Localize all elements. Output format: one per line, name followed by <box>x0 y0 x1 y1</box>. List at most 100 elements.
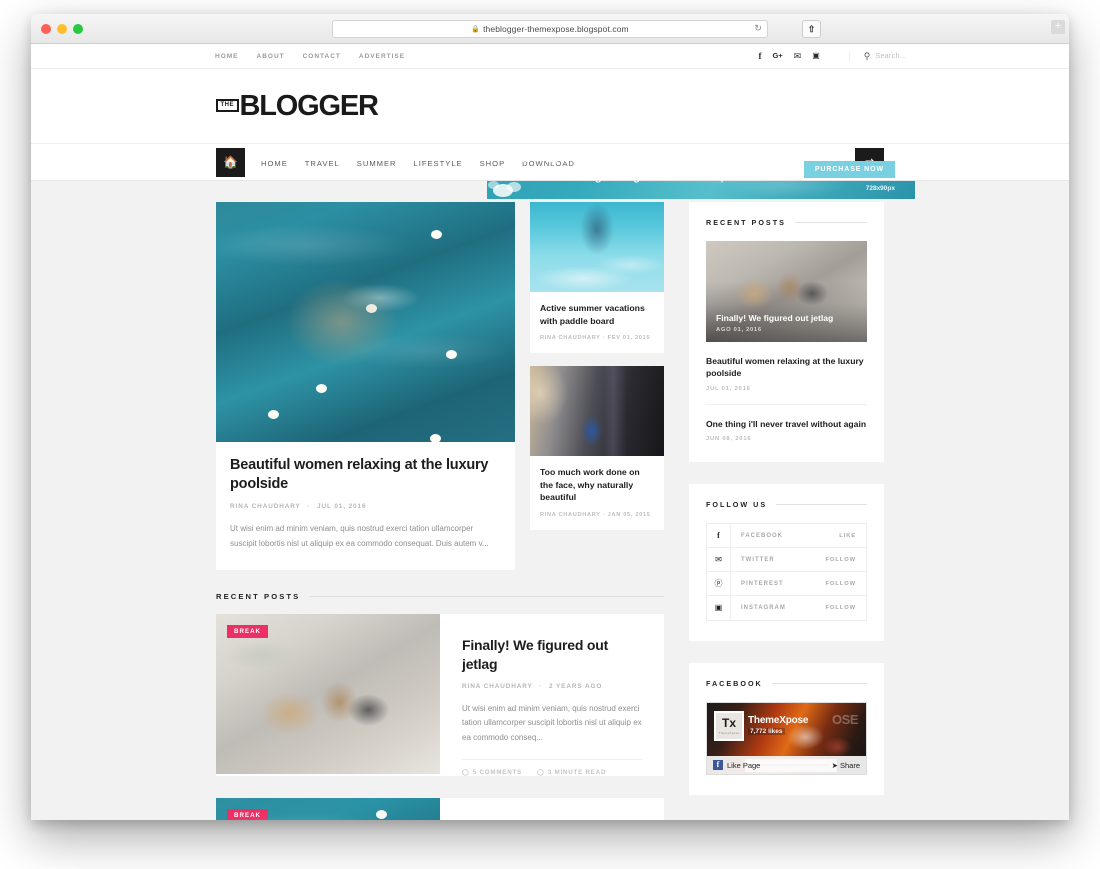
search-box[interactable]: ⚲ Search... <box>848 50 907 62</box>
google-plus-icon[interactable]: G+ <box>772 52 782 60</box>
featured-post-image <box>216 202 515 442</box>
widget-post-title[interactable]: One thing i'll never travel without agai… <box>706 418 867 430</box>
twitter-icon[interactable]: ✉ <box>794 51 802 61</box>
widget-post-item[interactable]: One thing i'll never travel without agai… <box>706 405 867 442</box>
featured-post-title[interactable]: Beautiful women relaxing at the luxury p… <box>230 456 501 494</box>
mini-post-card[interactable]: Too much work done on the face, why natu… <box>530 366 664 531</box>
clock-icon: ◯ <box>537 769 545 777</box>
recent-post-meta: RINA CHAUDHARY · 2 YEARS AGO <box>462 683 642 690</box>
facebook-icon[interactable]: f <box>758 51 761 61</box>
widget-label: FACEBOOK <box>706 679 763 689</box>
recent-post-excerpt: Ut wisi enim ad minim veniam, quis nostr… <box>462 703 642 743</box>
meta-separator: · <box>539 682 543 690</box>
window-controls[interactable] <box>41 23 83 34</box>
nav-item-summer[interactable]: SUMMER <box>357 159 397 168</box>
flower-icon <box>366 304 377 313</box>
new-tab-button[interactable]: + <box>1051 20 1065 34</box>
facebook-page-avatar: Tx ThemeXpose <box>714 711 744 742</box>
topnav-item-contact[interactable]: CONTACT <box>303 53 341 60</box>
widget-post-date: JUL 01, 2016 <box>706 385 751 392</box>
featured-post-card[interactable]: Beautiful women relaxing at the luxury p… <box>216 202 515 570</box>
recent-post-title[interactable]: Finally! We figured out jetlag <box>462 636 642 674</box>
flower-icon <box>430 434 441 442</box>
facebook-share-button[interactable]: ➤ Share <box>832 761 860 770</box>
mini-post-date: FEV 01, 2015 <box>607 335 651 342</box>
divider <box>776 504 867 506</box>
recent-post-body: Beautiful women relaxing at the luxury p… <box>440 798 664 820</box>
instagram-icon[interactable]: ▣ <box>812 52 820 60</box>
widget-post-item[interactable]: Beautiful women relaxing at the luxury p… <box>706 342 867 405</box>
flower-icon <box>376 810 387 820</box>
minimize-window-button[interactable] <box>57 23 67 34</box>
search-input[interactable]: Search... <box>875 53 907 60</box>
maximize-window-button[interactable] <box>73 23 83 34</box>
widget-hero-post[interactable]: Finally! We figured out jetlag AGO 01, 2… <box>706 241 867 342</box>
instagram-icon: ▣ <box>707 596 731 621</box>
read-time-label: 3 MINUTE READ <box>547 769 607 777</box>
ad-size-label: 728x90px <box>865 185 895 192</box>
flower-icon <box>431 230 442 239</box>
facebook-action-bar: f Like Page ➤ Share <box>707 756 866 775</box>
read-time: ◯ 3 MINUTE READ <box>537 769 606 776</box>
facebook-like-page-button[interactable]: f Like Page <box>713 760 760 771</box>
facebook-icon: f <box>713 760 723 771</box>
flower-decoration-icon <box>507 182 521 192</box>
search-icon: ⚲ <box>863 50 871 61</box>
meta-separator: · <box>602 512 606 519</box>
sidebar: RECENT POSTS Finally! We figured out jet… <box>689 202 884 820</box>
topnav-item-home[interactable]: HOME <box>215 53 239 60</box>
share-label: Share <box>839 760 860 770</box>
facebook-page-plugin[interactable]: OSE Tx ThemeXpose ThemeXpose 7,772 likes <box>706 702 867 776</box>
widget-post-title[interactable]: Beautiful women relaxing at the luxury p… <box>706 355 867 380</box>
url-text: theblogger-themexpose.blogspot.com <box>483 23 629 34</box>
category-badge[interactable]: BREAK <box>227 809 269 820</box>
comments-count: ◯ 5 COMMENTS <box>462 769 522 776</box>
mini-post-title[interactable]: Too much work done on the face, why natu… <box>540 466 654 504</box>
featured-post-meta: RINA CHAUDHARY · JUL 01, 2016 <box>230 503 501 510</box>
mini-post-title[interactable]: Active summer vacations with paddle boar… <box>540 302 654 327</box>
follow-action-label[interactable]: LIKE <box>839 533 866 539</box>
nav-item-lifestyle[interactable]: LIFESTYLE <box>414 159 463 168</box>
nav-item-travel[interactable]: TRAVEL <box>305 159 340 168</box>
mini-post-card[interactable]: Active summer vacations with paddle boar… <box>530 202 664 354</box>
widget-post-date: JUN 08, 2016 <box>706 436 752 443</box>
purchase-now-button[interactable]: PURCHASE NOW <box>803 161 895 178</box>
site-topbar: HOME ABOUT CONTACT ADVERTISE f G+ ✉ ▣ ⚲ … <box>31 44 1069 69</box>
nav-item-shop[interactable]: SHOP <box>480 159 506 168</box>
facebook-ghost-text: OSE <box>832 712 858 728</box>
flower-icon <box>316 384 327 393</box>
logo-the-box: THE <box>216 98 239 112</box>
follow-row-pinterest[interactable]: ⓟ PINTEREST FOLLOW <box>707 571 866 597</box>
recent-post-row[interactable]: BREAK Beautiful women relaxing at the lu… <box>216 798 664 820</box>
recent-posts-heading: RECENT POSTS <box>216 592 664 601</box>
topnav-item-advertise[interactable]: ADVERTISE <box>359 53 405 60</box>
browser-titlebar: 🔒 theblogger-themexpose.blogspot.com ↻ ⇧… <box>31 14 1069 44</box>
nav-item-home[interactable]: HOME <box>261 159 288 168</box>
reload-icon[interactable]: ↻ <box>754 23 762 34</box>
topnav-item-about[interactable]: ABOUT <box>257 53 285 60</box>
recent-post-thumbnail: BREAK <box>216 798 440 820</box>
recent-post-row[interactable]: BREAK Finally! We figured out jetlag RIN… <box>216 613 664 777</box>
page-content: Beautiful women relaxing at the luxury p… <box>31 181 1069 820</box>
follow-action-label[interactable]: FOLLOW <box>825 581 866 587</box>
divider <box>771 683 867 685</box>
site-logo[interactable]: THE BLOGGER <box>216 90 379 123</box>
comments-label: 5 COMMENTS <box>472 769 522 777</box>
category-badge[interactable]: BREAK <box>227 624 269 638</box>
follow-action-label[interactable]: FOLLOW <box>825 557 866 563</box>
follow-action-label[interactable]: FOLLOW <box>825 605 866 611</box>
follow-row-instagram[interactable]: ▣ INSTAGRAM FOLLOW <box>707 596 866 621</box>
widget-hero-title[interactable]: Finally! We figured out jetlag <box>716 313 833 323</box>
widget-facebook: FACEBOOK OSE Tx ThemeXpose ThemeXpose 7,… <box>689 663 884 796</box>
follow-row-twitter[interactable]: ✉ TWITTER FOLLOW <box>707 547 866 573</box>
follow-row-facebook[interactable]: f FACEBOOK LIKE <box>707 523 866 549</box>
follow-network-name: PINTEREST <box>741 580 784 587</box>
lock-icon: 🔒 <box>471 25 481 33</box>
home-icon[interactable]: 🏠 <box>216 147 245 177</box>
mini-post-author: RINA CHAUDHARY <box>540 512 601 519</box>
close-window-button[interactable] <box>41 23 51 34</box>
address-bar[interactable]: 🔒 theblogger-themexpose.blogspot.com ↻ <box>332 19 768 38</box>
recent-post-date: 2 YEARS AGO <box>549 682 603 690</box>
widget-label: FOLLOW US <box>706 500 768 510</box>
share-button[interactable]: ⇧ <box>802 20 821 38</box>
